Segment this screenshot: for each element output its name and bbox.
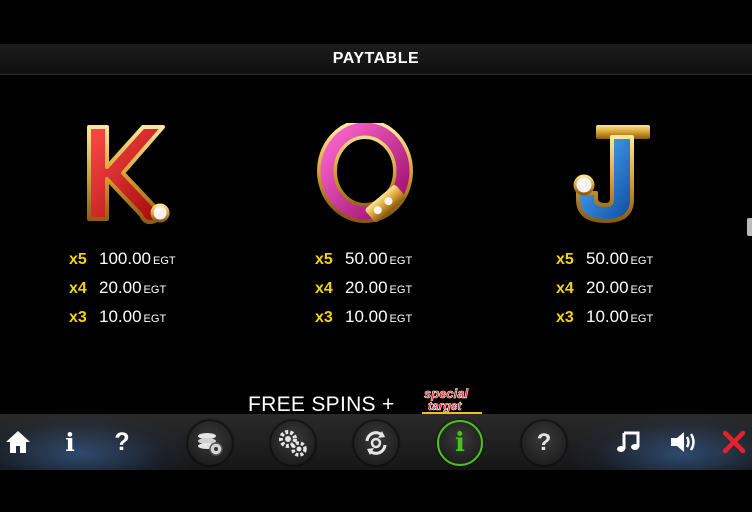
scrollbar-handle[interactable] [747,218,752,236]
multiplier-label: x4 [556,280,574,297]
currency-label: EGT [153,255,176,267]
sound-button[interactable] [665,424,701,460]
payout-row: x4 20.00 EGT [556,278,653,307]
multiplier-label: x5 [69,251,87,268]
payout-row: x3 10.00 EGT [315,307,412,336]
payout-row: x3 10.00 EGT [69,307,176,336]
payout-amount: 20.00 [586,278,629,297]
q-payouts: x5 50.00 EGT x4 20.00 EGT x3 10.00 EGT [315,249,412,336]
refresh-gear-icon [365,431,387,455]
currency-label: EGT [630,313,654,325]
multiplier-label: x3 [556,309,574,326]
info-button[interactable]: i [52,424,88,460]
free-spins-heading: FREE SPINS + [248,393,395,414]
home-button[interactable] [0,424,36,460]
payout-amount: 10.00 [586,307,629,326]
paytable-content[interactable]: x5 100.00 EGT x4 20.00 EGT x3 10.00 EGT … [0,75,752,414]
currency-label: EGT [630,284,654,296]
home-icon [6,431,30,453]
currency-label: EGT [630,255,654,267]
autoplay-button[interactable] [353,420,399,466]
paytable-info-button[interactable]: i [437,420,483,466]
k-symbol [87,125,170,225]
help-icon: ? [536,429,552,456]
currency-label: EGT [143,284,167,296]
multiplier-label: x4 [315,280,333,297]
bet-settings-button[interactable] [187,420,233,466]
logo-word-target: target [428,399,462,413]
help-button[interactable]: ? [521,420,567,466]
payout-amount: 100.00 [99,249,151,268]
payout-amount: 10.00 [345,307,388,326]
payout-amount: 50.00 [345,249,388,268]
help-button-left[interactable]: ? [104,424,140,460]
k-payouts: x5 100.00 EGT x4 20.00 EGT x3 10.00 EGT [69,249,176,336]
payout-row: x5 50.00 EGT [315,249,412,278]
payout-row: x5 50.00 EGT [556,249,653,278]
currency-label: EGT [143,313,167,325]
payout-amount: 20.00 [345,278,388,297]
info-icon: i [455,428,465,458]
payout-amount: 20.00 [99,278,142,297]
payout-row: x5 100.00 EGT [69,249,176,278]
j-payouts: x5 50.00 EGT x4 20.00 EGT x3 10.00 EGT [556,249,653,336]
info-icon: i [65,427,75,457]
currency-label: EGT [389,284,413,296]
currency-label: EGT [389,313,413,325]
multiplier-label: x5 [556,251,574,268]
payout-amount: 10.00 [99,307,142,326]
payout-amount: 50.00 [586,249,629,268]
speaker-icon [671,432,695,452]
page-title: PAYTABLE [332,50,420,67]
settings-button[interactable] [270,420,316,466]
close-icon [722,430,746,454]
paytable-header: PAYTABLE [0,44,752,75]
coins-gear-icon [198,433,223,456]
multiplier-label: x5 [315,251,333,268]
j-symbol [573,125,650,223]
music-note-icon [617,431,640,452]
multiplier-label: x3 [315,309,333,326]
bottom-toolbar: i ? i ? [0,414,752,470]
close-button[interactable] [716,424,752,460]
bottom-strip [0,470,752,512]
gears-icon [279,430,307,457]
payout-row: x4 20.00 EGT [69,278,176,307]
multiplier-label: x4 [69,280,87,297]
music-button[interactable] [610,424,646,460]
payout-row: x3 10.00 EGT [556,307,653,336]
payout-row: x4 20.00 EGT [315,278,412,307]
special-target-logo: special target [422,386,482,414]
top-band [0,0,752,44]
multiplier-label: x3 [69,309,87,326]
q-symbol [317,123,413,223]
help-icon: ? [114,427,130,456]
currency-label: EGT [389,255,413,267]
